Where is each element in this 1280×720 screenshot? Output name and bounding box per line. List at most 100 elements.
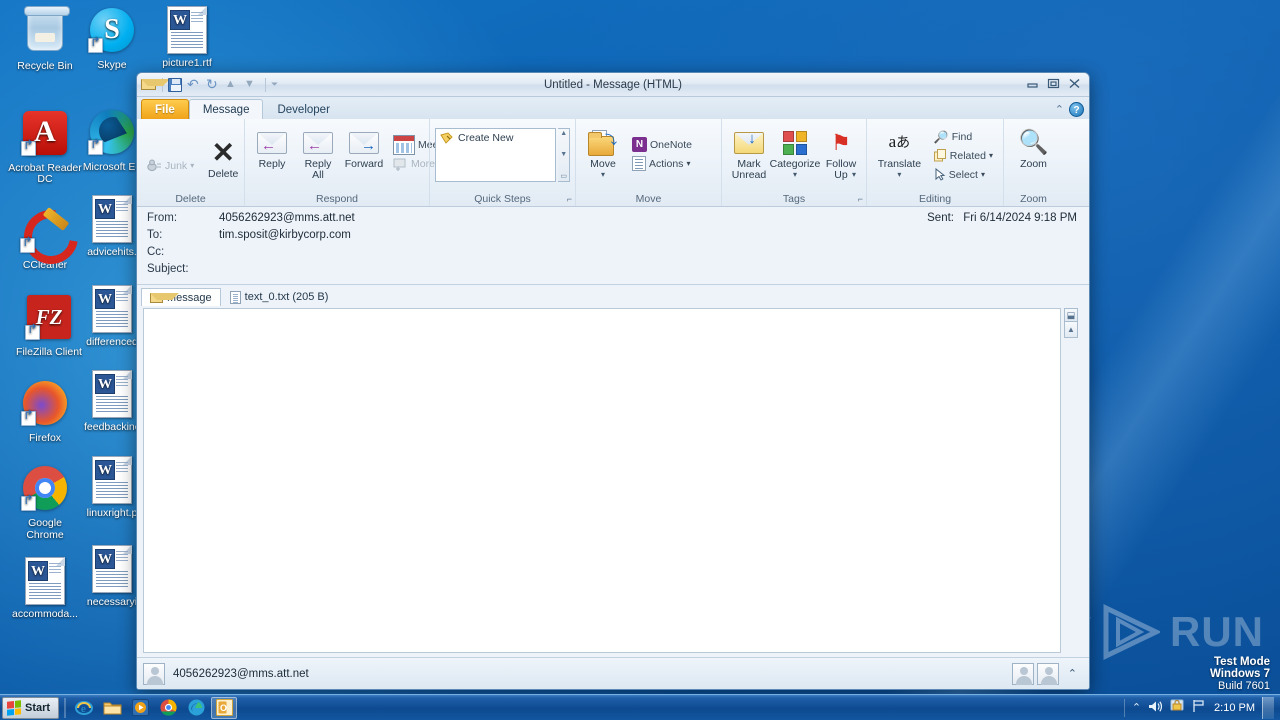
related-button[interactable]: Related ▾ — [929, 146, 998, 165]
close-button[interactable] — [1067, 78, 1082, 91]
desktop-icon-label: Acrobat Reader DC — [8, 161, 82, 185]
delete-button[interactable]: ✕ Delete — [201, 134, 245, 183]
ribbon-group-editing: aあ Translate ▾ 🔎 Find Related ▾ Select ▾… — [866, 119, 1003, 206]
word-document-icon: W — [88, 455, 136, 504]
reply-all-button[interactable]: ← Reply All — [296, 124, 340, 184]
action-center-icon[interactable] — [1170, 699, 1185, 716]
desktop-icon-recycle-bin[interactable]: Recycle Bin — [8, 6, 82, 73]
ribbon-group-delete: Junk ▾ ✕ Delete Delete — [137, 119, 244, 206]
ribbon-group-quick-steps: Create New ▲ ▼ ▭ Quick Steps ⌐ — [429, 119, 575, 206]
watermark-text-right: RUN — [1170, 608, 1264, 655]
minimize-button[interactable] — [1025, 78, 1040, 91]
actions-button[interactable]: Actions ▾ — [627, 154, 697, 173]
volume-icon[interactable] — [1148, 700, 1163, 716]
taskbar-chrome-icon[interactable] — [155, 697, 181, 719]
follow-up-button[interactable]: ⚑ Follow Up ▾ — [819, 124, 863, 182]
taskbar-internet-explorer-icon[interactable]: e — [71, 697, 97, 719]
toolbar-separator — [265, 77, 266, 92]
select-cursor-icon — [935, 168, 946, 181]
from-value[interactable]: 4056262923@mms.att.net — [219, 212, 355, 224]
taskbar-outlook-icon[interactable]: O — [211, 696, 238, 719]
chevron-down-icon: ▾ — [190, 161, 195, 170]
people-pane-status-bar: 4056262923@mms.att.net ⌃ — [137, 657, 1089, 689]
tab-file[interactable]: File — [141, 99, 189, 119]
previous-item-icon[interactable]: ▲ — [225, 77, 241, 93]
scroll-more-icon[interactable]: ▭ — [560, 172, 567, 180]
message-body[interactable] — [143, 308, 1061, 653]
tab-developer[interactable]: Developer — [263, 99, 343, 119]
select-button[interactable]: Select ▾ — [929, 165, 998, 184]
watermark-play-triangle-icon — [1103, 604, 1160, 660]
attachment-tab-message[interactable]: Message — [141, 288, 221, 307]
ribbon-tab-right-icons: ⌃ ? — [1055, 102, 1089, 119]
desktop-icon-skype[interactable]: Skype — [75, 8, 149, 72]
contact-avatar-1[interactable] — [1011, 662, 1034, 685]
desktop-icon-ccleaner[interactable]: CCleaner — [8, 208, 82, 272]
save-icon[interactable] — [168, 77, 184, 93]
desktop-icon-acrobat-reader[interactable]: Acrobat Reader DC — [8, 110, 82, 186]
cc-label: Cc: — [147, 246, 165, 258]
mark-unread-button[interactable]: ↓ Mark Unread — [727, 124, 771, 184]
desktop-icon-firefox[interactable]: Firefox — [8, 380, 82, 445]
taskbar-media-player-icon[interactable] — [127, 697, 153, 719]
people-pane-toggle-icon[interactable]: ⬓ — [1064, 308, 1078, 322]
edge-icon — [88, 109, 136, 158]
scroll-up-icon[interactable]: ▲ — [1064, 322, 1078, 338]
attachment-tab-text-file[interactable]: text_0.txt (205 B) — [221, 287, 338, 306]
select-label: Select — [948, 168, 978, 181]
reply-button[interactable]: ← Reply — [250, 124, 294, 173]
message-header: Sent: Fri 6/14/2024 9:18 PM From: 405626… — [137, 207, 1089, 281]
show-desktop-button[interactable] — [1262, 696, 1274, 719]
sent-label: Sent: — [927, 212, 954, 224]
start-button[interactable]: Start — [2, 696, 60, 719]
desktop-icon-picture1-rtf[interactable]: W picture1.rtf — [150, 6, 224, 70]
junk-button[interactable]: Junk ▾ — [142, 156, 199, 175]
to-value[interactable]: tim.sposit@kirbycorp.com — [219, 229, 351, 241]
desktop-icon-accommoda-doc[interactable]: W accommoda... — [8, 557, 82, 621]
reply-label: Reply — [258, 158, 286, 170]
customize-quick-access-toolbar-icon[interactable]: ⏷ — [271, 77, 287, 93]
undo-icon[interactable]: ↶ — [187, 77, 203, 93]
next-item-icon[interactable]: ▼ — [244, 77, 260, 93]
collapse-ribbon-icon[interactable]: ⌃ — [1055, 103, 1064, 116]
translate-button[interactable]: aあ Translate ▾ — [872, 124, 927, 182]
chevron-down-icon: ▾ — [792, 170, 797, 179]
tags-dialog-launcher[interactable]: ⌐ — [858, 194, 863, 204]
window-controls — [1025, 78, 1085, 91]
help-icon[interactable]: ? — [1069, 102, 1084, 117]
taskbar-clock[interactable]: 2:10 PM — [1214, 702, 1255, 714]
ribbon-group-label: Tags — [782, 193, 806, 205]
system-tray: ⌃ 2:10 PM — [1123, 696, 1278, 719]
quick-steps-dialog-launcher[interactable]: ⌐ — [567, 194, 572, 204]
scroll-down-icon[interactable]: ▼ — [560, 151, 567, 158]
ribbon-group-label: Move — [635, 193, 662, 205]
avatar — [143, 662, 165, 685]
onenote-button[interactable]: N OneNote — [627, 135, 697, 154]
envelope-icon[interactable] — [141, 77, 170, 93]
expand-people-pane-icon[interactable]: ⌃ — [1062, 667, 1083, 680]
tab-message[interactable]: Message — [188, 99, 264, 119]
quick-steps-gallery[interactable]: Create New — [435, 128, 557, 182]
forward-button[interactable]: → Forward — [342, 124, 386, 173]
show-hidden-icons-button[interactable]: ⌃ — [1132, 701, 1141, 714]
desktop-icon-google-chrome[interactable]: Google Chrome — [8, 466, 82, 541]
scroll-up-icon[interactable]: ▲ — [560, 130, 567, 137]
taskbar-windows-explorer-icon[interactable] — [99, 697, 125, 719]
move-button[interactable]: ⤵ Move ▾ — [581, 124, 625, 182]
text-file-icon — [229, 290, 241, 304]
network-icon[interactable] — [1192, 699, 1207, 716]
ribbon-group-move: ⤵ Move ▾ N OneNote Actions ▾ Move — [575, 119, 721, 206]
contact-avatar-2[interactable] — [1036, 662, 1059, 685]
categorize-button[interactable]: Categorize ▾ — [770, 124, 820, 182]
zoom-button[interactable]: 🔍 Zoom — [1012, 124, 1056, 173]
quick-steps-scrollbar[interactable]: ▲ ▼ ▭ — [558, 128, 570, 182]
taskbar-edge-icon[interactable] — [183, 697, 209, 719]
find-button[interactable]: 🔎 Find — [929, 127, 998, 146]
redo-icon[interactable]: ↻ — [206, 77, 222, 93]
chrome-icon — [21, 466, 69, 514]
reply-all-icon: ← — [303, 127, 333, 159]
restore-button[interactable] — [1046, 78, 1061, 91]
header-row-to: To: tim.sposit@kirbycorp.com — [147, 229, 1079, 246]
recycle-bin-icon — [21, 6, 70, 57]
move-folder-icon: ⤵ — [588, 127, 618, 159]
